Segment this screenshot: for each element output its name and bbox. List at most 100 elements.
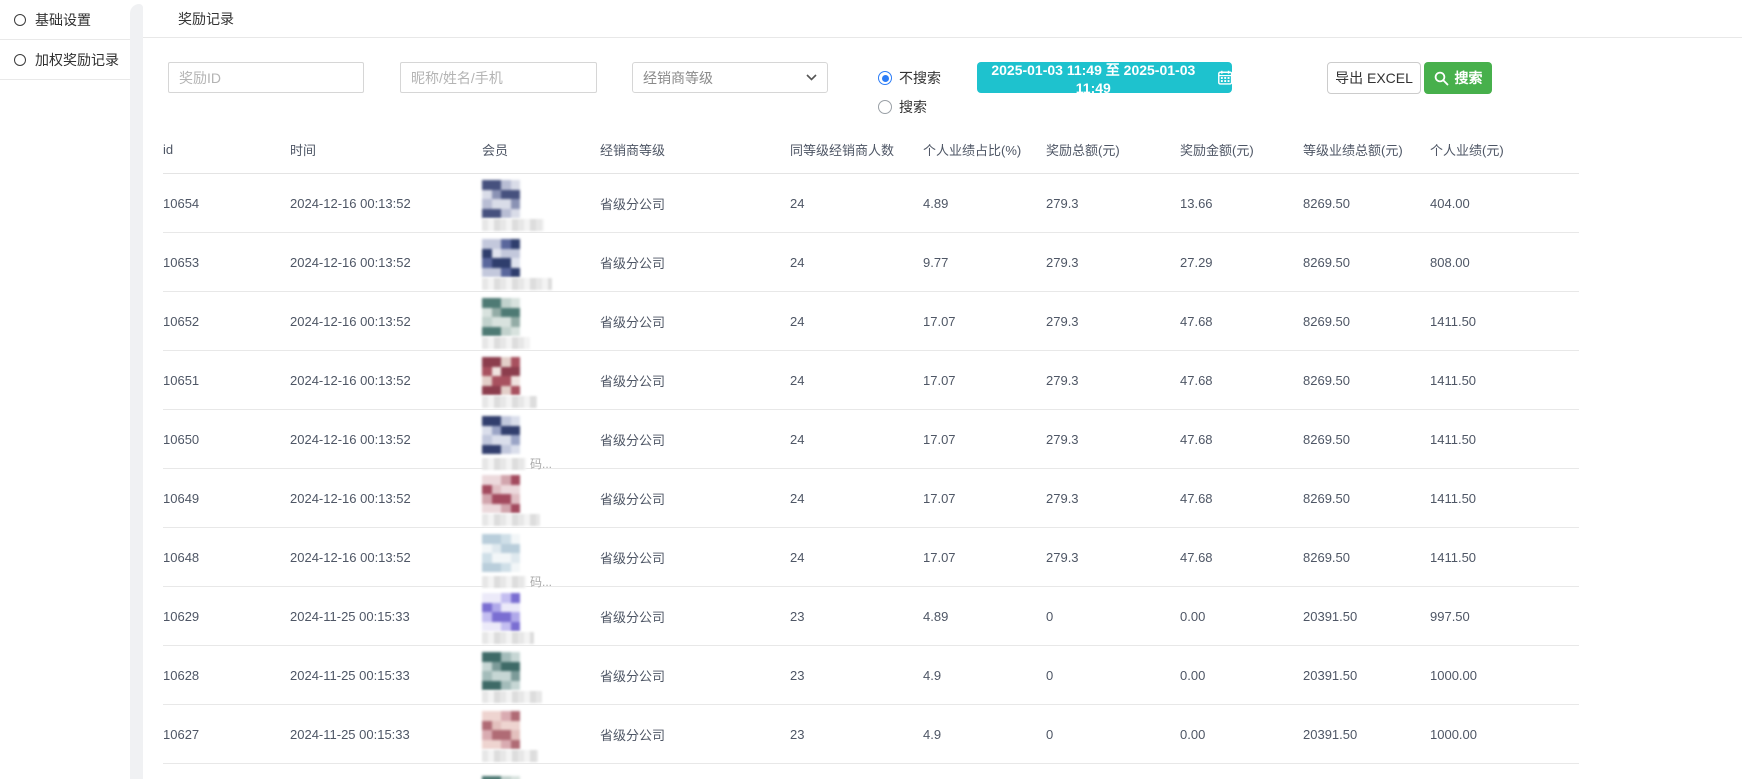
cell-id: 10627 — [163, 705, 290, 764]
cell-peer_count: 24 — [790, 174, 923, 233]
dealer-level-select[interactable]: 经销商等级 — [632, 62, 828, 93]
cell-peer_count: 23 — [790, 646, 923, 705]
member-name-redacted — [482, 632, 534, 644]
column-header-6: 奖励总额(元) — [1046, 124, 1180, 174]
sidebar-item-basic-settings[interactable]: 基础设置 — [0, 0, 131, 40]
cell-level_total: 8269.50 — [1303, 469, 1430, 528]
column-header-4: 同等级经销商人数 — [790, 124, 923, 174]
cell-member — [482, 646, 600, 705]
cell-personal: 404.00 — [1430, 174, 1579, 233]
cell-member: 码... — [482, 410, 600, 469]
cell-time: 2024-12-16 00:13:52 — [290, 469, 482, 528]
cell-personal_ratio: 17.07 — [923, 469, 1046, 528]
cell-peer_count: 23 — [790, 705, 923, 764]
cell-peer_count: 24 — [790, 233, 923, 292]
cell-time: 2024-12-16 00:13:52 — [290, 351, 482, 410]
member-avatar — [482, 357, 520, 395]
column-header-2: 会员 — [482, 124, 600, 174]
cell-personal: 1411.50 — [1430, 528, 1579, 587]
table-row: 106282024-11-25 00:15:33省级分公司234.900.002… — [163, 646, 1579, 705]
cell-personal_ratio: 17.07 — [923, 351, 1046, 410]
cell-reward_amount: 47.68 — [1180, 410, 1303, 469]
cell-level_total: 8269.50 — [1303, 528, 1430, 587]
cell-personal: 1411.50 — [1430, 410, 1579, 469]
cell-reward_total: 279.3 — [1046, 410, 1180, 469]
cell-dealer_level: 省级分公司 — [600, 174, 790, 233]
member-avatar — [482, 180, 520, 218]
member-avatar — [482, 298, 520, 336]
cell-id: 10649 — [163, 469, 290, 528]
table-row-partial — [163, 764, 1579, 779]
cell-personal_ratio: 17.07 — [923, 528, 1046, 587]
cell-reward_total: 0 — [1046, 646, 1180, 705]
cell-member — [482, 233, 600, 292]
column-header-5: 个人业绩占比(%) — [923, 124, 1046, 174]
date-range-button[interactable]: 2025-01-03 11:49 至 2025-01-03 11:49 — [977, 62, 1232, 93]
circle-icon — [14, 54, 26, 66]
member-avatar — [482, 711, 520, 749]
member-cell — [482, 239, 600, 291]
member-cell — [482, 652, 600, 704]
cell-id: 10628 — [163, 646, 290, 705]
member-search-input[interactable] — [400, 62, 597, 93]
cell-reward_total: 279.3 — [1046, 292, 1180, 351]
cell-id: 10654 — [163, 174, 290, 233]
cell-id: 10653 — [163, 233, 290, 292]
table-row: 106492024-12-16 00:13:52省级分公司2417.07279.… — [163, 469, 1579, 528]
radio-search[interactable]: 搜索 — [878, 97, 941, 117]
cell-level_total: 8269.50 — [1303, 292, 1430, 351]
search-mode-radio-group: 不搜索 搜索 — [878, 68, 941, 117]
cell-reward_amount: 47.68 — [1180, 469, 1303, 528]
member-avatar — [482, 593, 520, 631]
cell-reward_amount — [1180, 764, 1303, 779]
cell-reward_amount: 47.68 — [1180, 292, 1303, 351]
cell-time: 2024-12-16 00:13:52 — [290, 292, 482, 351]
cell-level_total: 20391.50 — [1303, 587, 1430, 646]
cell-reward_total: 0 — [1046, 587, 1180, 646]
column-header-0: id — [163, 124, 290, 174]
member-name-redacted — [482, 219, 544, 231]
member-name-redacted — [482, 278, 552, 290]
sidebar-item-label: 加权奖励记录 — [35, 50, 119, 70]
cell-dealer_level: 省级分公司 — [600, 292, 790, 351]
cell-level_total: 8269.50 — [1303, 351, 1430, 410]
member-avatar — [482, 239, 520, 277]
cell-dealer_level: 省级分公司 — [600, 587, 790, 646]
radio-no-search[interactable]: 不搜索 — [878, 68, 941, 88]
cell-personal: 1411.50 — [1430, 351, 1579, 410]
reward-id-input[interactable] — [168, 62, 364, 93]
member-cell — [482, 711, 600, 763]
search-button-label: 搜索 — [1455, 68, 1483, 88]
cell-personal_ratio: 17.07 — [923, 292, 1046, 351]
cell-reward_total — [1046, 764, 1180, 779]
column-header-8: 等级业绩总额(元) — [1303, 124, 1430, 174]
cell-peer_count: 24 — [790, 410, 923, 469]
cell-reward_amount: 27.29 — [1180, 233, 1303, 292]
cell-dealer_level — [600, 764, 790, 779]
cell-dealer_level: 省级分公司 — [600, 469, 790, 528]
cell-member — [482, 705, 600, 764]
cell-reward_total: 279.3 — [1046, 528, 1180, 587]
cell-level_total: 8269.50 — [1303, 410, 1430, 469]
sidebar-item-weighted-reward-records[interactable]: 加权奖励记录 — [0, 40, 131, 80]
table-row: 106522024-12-16 00:13:52省级分公司2417.07279.… — [163, 292, 1579, 351]
cell-member — [482, 174, 600, 233]
cell-id: 10651 — [163, 351, 290, 410]
member-avatar — [482, 534, 520, 572]
cell-time: 2024-12-16 00:13:52 — [290, 233, 482, 292]
date-range-text: 2025-01-03 11:49 至 2025-01-03 11:49 — [977, 60, 1210, 96]
main-panel: 奖励记录 经销商等级 不搜索 搜索 — [143, 0, 1742, 779]
cell-id: 10648 — [163, 528, 290, 587]
member-cell — [482, 475, 600, 527]
sidebar-item-label: 基础设置 — [35, 10, 91, 30]
column-header-7: 奖励金额(元) — [1180, 124, 1303, 174]
cell-peer_count: 24 — [790, 469, 923, 528]
cell-id: 10629 — [163, 587, 290, 646]
member-name-redacted — [482, 396, 537, 408]
cell-personal_ratio: 4.89 — [923, 174, 1046, 233]
app-root: 基础设置 加权奖励记录 奖励记录 经销商等级 不搜索 — [0, 0, 1742, 779]
sidebar: 基础设置 加权奖励记录 — [0, 0, 131, 779]
export-excel-button[interactable]: 导出 EXCEL — [1327, 62, 1421, 94]
cell-dealer_level: 省级分公司 — [600, 646, 790, 705]
search-button[interactable]: 搜索 — [1424, 62, 1492, 94]
